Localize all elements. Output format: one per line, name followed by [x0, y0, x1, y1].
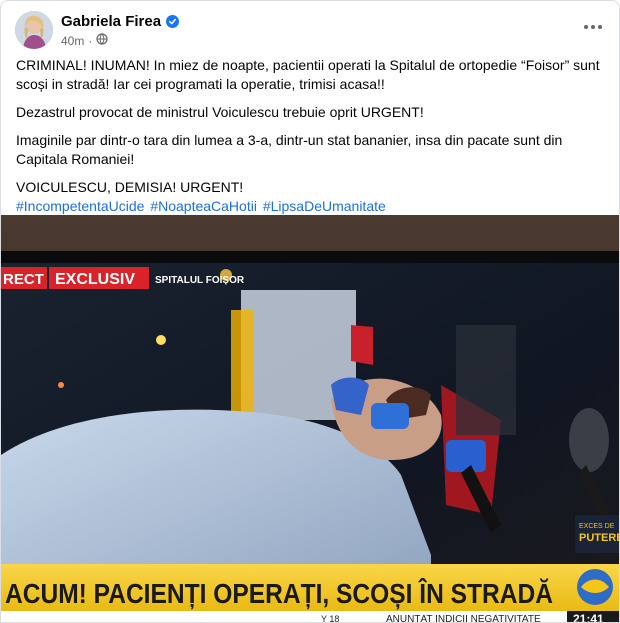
- post-paragraph: CRIMINAL! INUMAN! In miez de noapte, pac…: [16, 57, 600, 92]
- author-name-text[interactable]: Gabriela Firea: [61, 13, 161, 30]
- post-paragraph: Dezastrul provocat de ministrul Voicules…: [16, 104, 424, 120]
- more-options-icon[interactable]: [581, 15, 605, 39]
- post-paragraph: Imaginile par dintr-o tara din lumea a 3…: [16, 132, 563, 167]
- corner-text-1: EXCES DE: [579, 523, 615, 530]
- post-header: Gabriela Firea 40m ·: [1, 1, 619, 57]
- ticker-prefix: Y 18: [321, 614, 339, 623]
- corner-text-2: PUTERE: [579, 532, 620, 544]
- post-meta: 40m ·: [61, 33, 108, 48]
- hashtag-link[interactable]: #LipsaDeUmanitate: [263, 198, 386, 214]
- hashtags: #IncompetentaUcide #NoapteaCaHotii #Lips…: [16, 197, 608, 216]
- author-avatar[interactable]: [15, 11, 53, 49]
- video-frame: RECT EXCLUSIV SPITALUL FOIȘOR EXCES DE P…: [1, 215, 620, 623]
- facebook-post: Gabriela Firea 40m · CRIMINAL! INUMAN! I…: [0, 0, 620, 623]
- hashtag-link[interactable]: #IncompetentaUcide: [16, 198, 144, 214]
- hashtag-link[interactable]: #NoapteaCaHotii: [150, 198, 257, 214]
- post-text: CRIMINAL! INUMAN! In miez de noapte, pac…: [16, 56, 608, 216]
- live-label: RECT: [3, 271, 44, 288]
- verified-badge-icon: [166, 15, 180, 28]
- location-label: SPITALUL FOIȘOR: [155, 275, 245, 286]
- meta-separator: ·: [88, 33, 93, 48]
- headline-banner: ACUM! PACIENȚI OPERAȚI, SCOȘI ÎN STRADĂ: [5, 578, 553, 609]
- post-paragraph: VOICULESCU, DEMISIA! URGENT!: [16, 179, 244, 195]
- clock: 21:41: [573, 612, 604, 623]
- globe-icon: [96, 33, 108, 48]
- ticker-text: ANUNȚAT INDICII NEGATIVITATE: [386, 614, 541, 623]
- post-video[interactable]: RECT EXCLUSIV SPITALUL FOIȘOR EXCES DE P…: [1, 215, 620, 623]
- author-name[interactable]: Gabriela Firea: [61, 13, 180, 30]
- post-timestamp[interactable]: 40m: [61, 34, 84, 48]
- exclusive-label: EXCLUSIV: [55, 271, 135, 288]
